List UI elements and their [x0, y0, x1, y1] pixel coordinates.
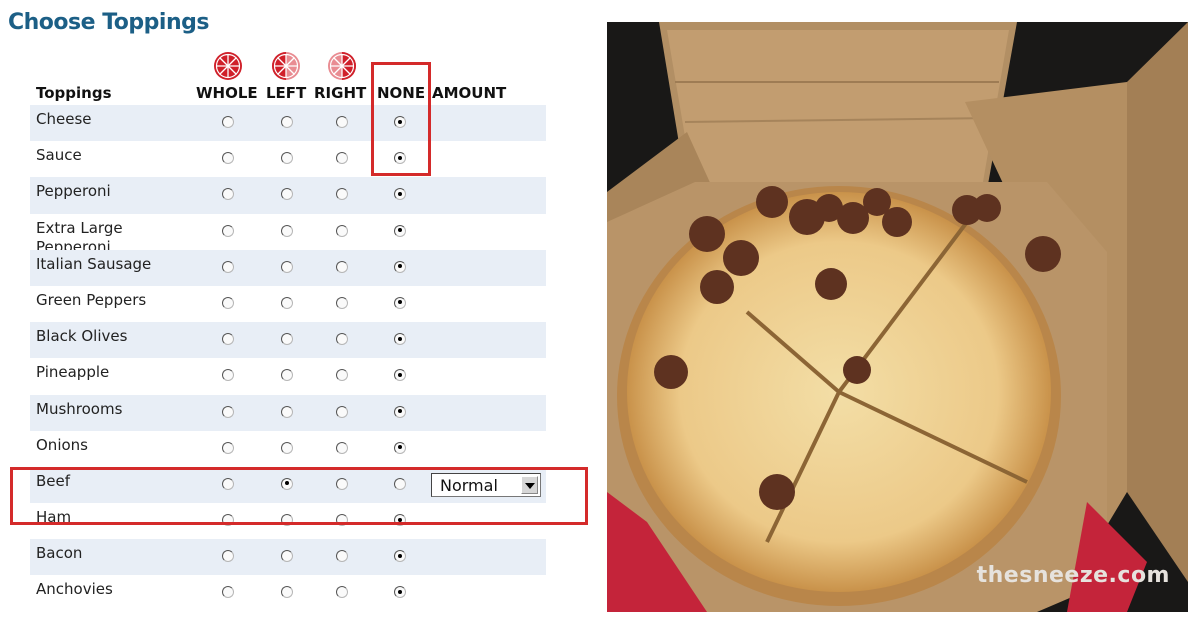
table-row: Extra Large Pepperoni [30, 214, 546, 256]
radio-left[interactable] [281, 224, 293, 237]
table-row: Italian Sausage [30, 249, 546, 286]
topping-label: Pepperoni [36, 182, 111, 201]
radio-left[interactable] [281, 550, 293, 563]
table-row: Cheese [30, 105, 546, 142]
radio-right[interactable] [336, 333, 348, 346]
table-row: Green Peppers [30, 286, 546, 322]
topping-label: Green Peppers [36, 290, 147, 309]
radio-none[interactable] [394, 441, 406, 454]
radio-left[interactable] [281, 333, 293, 346]
radio-right[interactable] [336, 188, 348, 201]
radio-left[interactable] [281, 152, 293, 165]
table-row: Pineapple [30, 358, 546, 394]
radio-whole[interactable] [222, 586, 234, 599]
radio-none[interactable] [394, 188, 406, 201]
radio-left[interactable] [281, 405, 293, 418]
section-title: Choose Toppings [8, 10, 209, 35]
topping-label: Black Olives [36, 327, 128, 346]
radio-right[interactable] [336, 550, 348, 563]
table-row: Anchovies [30, 575, 546, 611]
radio-none[interactable] [394, 333, 406, 346]
radio-right[interactable] [336, 441, 348, 454]
table-row: Black Olives [30, 322, 546, 359]
column-header-toppings: Toppings [36, 84, 112, 102]
radio-left[interactable] [281, 188, 293, 201]
radio-right[interactable] [336, 586, 348, 599]
pizza-photo: thesneeze.com [607, 22, 1188, 612]
radio-whole[interactable] [222, 405, 234, 418]
topping-label: Italian Sausage [36, 254, 152, 273]
topping-label: Sauce [36, 146, 82, 165]
column-header-left: LEFT [266, 84, 307, 102]
radio-none[interactable] [394, 586, 406, 599]
radio-none[interactable] [394, 550, 406, 563]
none-column-highlight [371, 62, 431, 176]
radio-whole[interactable] [222, 224, 234, 237]
pizza-left-half-icon [272, 52, 300, 80]
radio-left[interactable] [281, 116, 293, 128]
radio-left[interactable] [281, 586, 293, 599]
radio-right[interactable] [336, 116, 348, 128]
radio-whole[interactable] [222, 441, 234, 454]
topping-label: Onions [36, 435, 88, 454]
table-row: Sauce [30, 141, 546, 177]
topping-label: Bacon [36, 544, 83, 563]
radio-whole[interactable] [222, 550, 234, 563]
radio-left[interactable] [281, 369, 293, 382]
radio-whole[interactable] [222, 188, 234, 201]
table-row: Pepperoni [30, 177, 546, 214]
pizza-box-illustration [607, 22, 1188, 612]
topping-label: Cheese [36, 110, 92, 128]
radio-whole[interactable] [222, 369, 234, 382]
radio-whole[interactable] [222, 260, 234, 273]
radio-right[interactable] [336, 152, 348, 165]
table-row: Mushrooms [30, 394, 546, 431]
column-header-amount: AMOUNT [432, 84, 507, 102]
radio-right[interactable] [336, 405, 348, 418]
radio-none[interactable] [394, 369, 406, 382]
toppings-panel: Choose Toppings Toppings WHOLE LEFT RIGH… [0, 0, 600, 630]
radio-right[interactable] [336, 260, 348, 273]
topping-label: Mushrooms [36, 399, 123, 418]
radio-left[interactable] [281, 441, 293, 454]
radio-left[interactable] [281, 296, 293, 309]
radio-whole[interactable] [222, 152, 234, 165]
pizza-whole-icon [214, 52, 242, 80]
radio-none[interactable] [394, 260, 406, 273]
radio-none[interactable] [394, 224, 406, 237]
radio-left[interactable] [281, 260, 293, 273]
radio-right[interactable] [336, 369, 348, 382]
radio-right[interactable] [336, 224, 348, 237]
table-row: Onions [30, 431, 546, 467]
radio-right[interactable] [336, 296, 348, 309]
topping-label: Anchovies [36, 580, 113, 599]
beef-row-highlight [10, 467, 588, 525]
column-header-right: RIGHT [314, 84, 367, 102]
radio-whole[interactable] [222, 296, 234, 309]
pizza-right-half-icon [328, 52, 356, 80]
radio-whole[interactable] [222, 116, 234, 128]
watermark: thesneeze.com [976, 563, 1170, 588]
column-header-whole: WHOLE [196, 84, 258, 102]
radio-none[interactable] [394, 296, 406, 309]
radio-whole[interactable] [222, 333, 234, 346]
toppings-table: Cheese Sauce Pepperoni Extra Large Pepperon… [30, 105, 546, 612]
topping-label: Pineapple [36, 363, 110, 382]
table-row: Bacon [30, 539, 546, 576]
radio-none[interactable] [394, 405, 406, 418]
